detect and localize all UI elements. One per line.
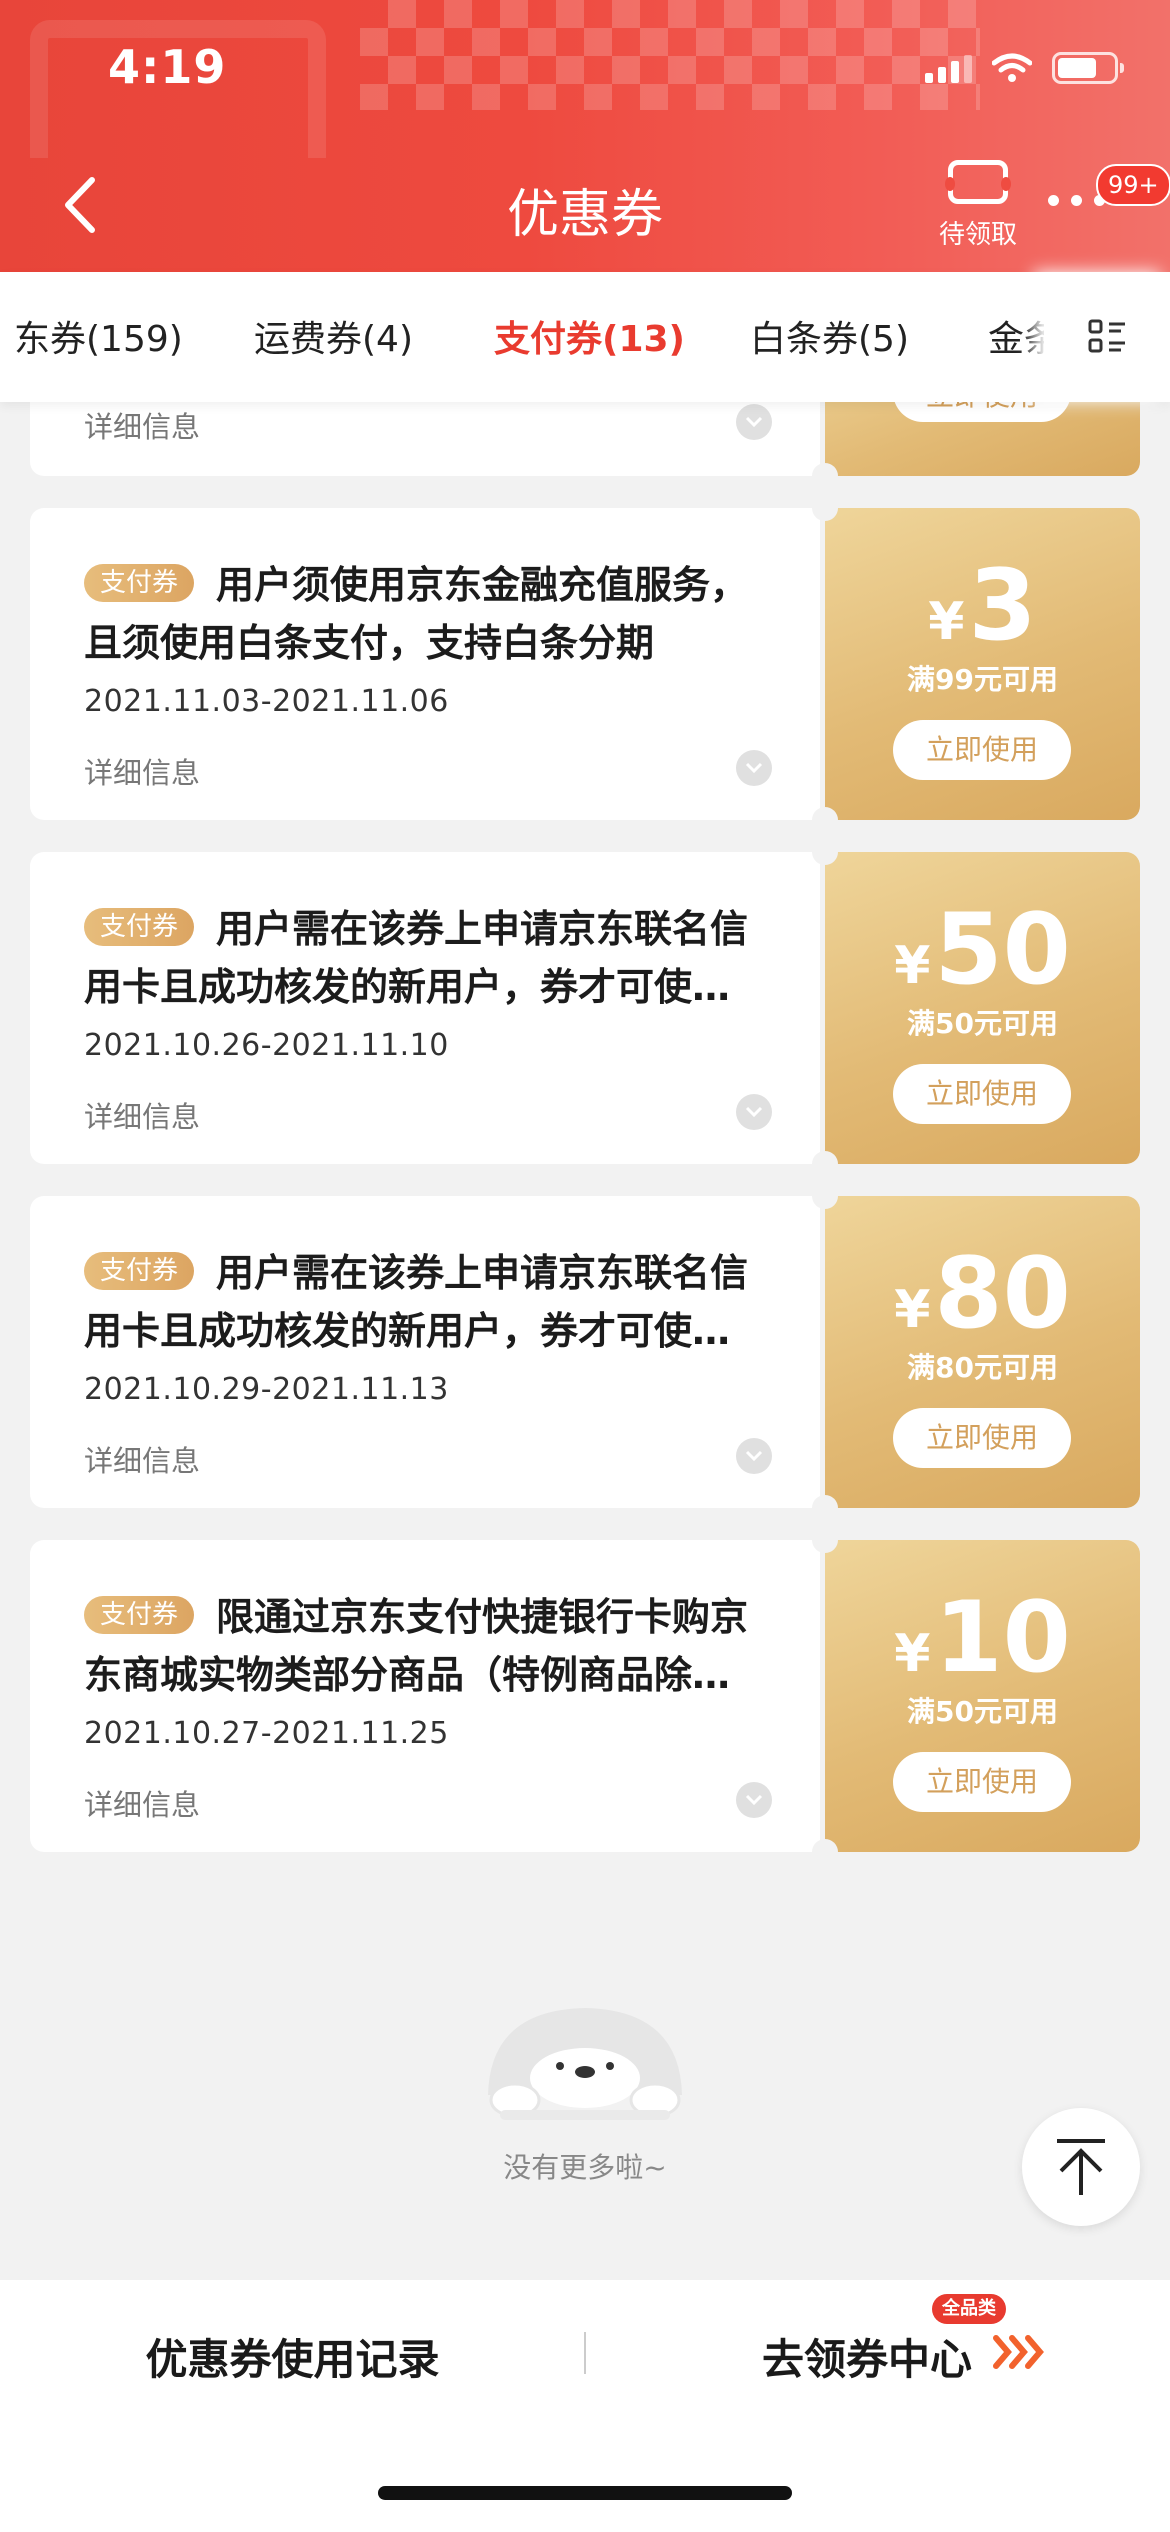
all-category-badge: 全品类 xyxy=(932,2294,1006,2324)
coupon-records-button[interactable]: 优惠券使用记录 xyxy=(0,2326,585,2387)
more-dot-icon xyxy=(1048,195,1059,206)
tab-shipping-coupons[interactable]: 运费券(4) xyxy=(254,310,413,362)
ticket-icon xyxy=(945,160,1011,204)
coupon-type-tabs: 东券(159) 运费券(4) 支付券(13) 白条券(5) 金条 xyxy=(0,272,1170,402)
wifi-icon xyxy=(992,53,1032,82)
coupon-type-tag: 支付券 xyxy=(84,908,195,946)
coupon-detail-link[interactable]: 详细信息 xyxy=(84,1782,200,1824)
coupon-amount: ¥80 xyxy=(894,1237,1071,1351)
signal-icon xyxy=(925,53,972,83)
coupon-card: ¥80 满80元可用 立即使用 用户需在该券上申请京东联名信用卡且成功核发的新用… xyxy=(30,1183,1140,1521)
coupon-valid-dates: 2021.10.29-2021.11.13 xyxy=(84,1372,449,1407)
coupon-condition: 满50元可用 xyxy=(907,1695,1058,1728)
tab-payment-coupons[interactable]: 支付券(13) xyxy=(494,310,685,362)
pending-coupons-button[interactable]: 待领取 xyxy=(928,160,1028,260)
coupon-detail-link[interactable]: 详细信息 xyxy=(84,1094,200,1136)
message-count-badge: 99+ xyxy=(1096,164,1170,206)
coupon-valid-dates: 2021.11.03-2021.11.06 xyxy=(84,684,449,719)
coupon-type-tag: 支付券 xyxy=(84,564,195,602)
bottom-bar: 优惠券使用记录 去领券中心 全品类 xyxy=(0,2280,1170,2532)
header-pattern xyxy=(360,0,980,110)
chevron-right-triple-icon xyxy=(993,2335,1044,2369)
chevron-down-icon xyxy=(745,416,763,428)
tab-baitiao-coupons[interactable]: 白条券(5) xyxy=(750,310,909,362)
tab-menu-button[interactable] xyxy=(1044,272,1170,402)
home-indicator xyxy=(378,2486,792,2500)
tab-jd-coupons[interactable]: 东券(159) xyxy=(14,310,183,362)
more-dot-icon xyxy=(1071,195,1082,206)
use-now-button[interactable]: 立即使用 xyxy=(893,1408,1071,1468)
coupon-type-tag: 支付券 xyxy=(84,1596,195,1634)
chevron-down-icon xyxy=(745,762,763,774)
nav-header: 4:19 优惠券 待领取 99+ xyxy=(0,0,1170,272)
expand-button[interactable] xyxy=(736,1094,772,1130)
expand-button[interactable] xyxy=(736,404,772,440)
coupon-detail-link[interactable]: 详细信息 xyxy=(84,1438,200,1480)
use-now-button[interactable]: 立即使用 xyxy=(893,1752,1071,1812)
use-now-button[interactable]: 立即使用 xyxy=(893,720,1071,780)
arrow-up-icon xyxy=(1057,2139,1105,2195)
coupon-amount: ¥3 xyxy=(928,549,1037,663)
status-icons xyxy=(925,52,1124,84)
coupon-center-button[interactable]: 去领券中心 xyxy=(762,2326,972,2387)
coupon-card: ¥50 满50元可用 立即使用 用户需在该券上申请京东联名信用卡且成功核发的新用… xyxy=(30,839,1140,1177)
coupon-type-tag: 支付券 xyxy=(84,1252,195,1290)
coupon-condition: 满99元可用 xyxy=(907,663,1058,696)
pending-coupons-label: 待领取 xyxy=(938,220,1017,250)
coupon-amount: ¥50 xyxy=(894,893,1071,1007)
no-more-text: 没有更多啦~ xyxy=(503,2151,667,2184)
more-button[interactable] xyxy=(1048,195,1105,206)
coupon-detail-link[interactable]: 详细信息 xyxy=(84,404,200,446)
coupon-condition: 满50元可用 xyxy=(907,1007,1058,1040)
chevron-down-icon xyxy=(745,1794,763,1806)
coupon-card: ¥10 满50元可用 立即使用 限通过京东支付快捷银行卡购京东商城实物类部分商品… xyxy=(30,1527,1140,1865)
status-time: 4:19 xyxy=(108,40,227,94)
coupon-detail-link[interactable]: 详细信息 xyxy=(84,750,200,792)
mascot-dog-icon xyxy=(488,2008,682,2120)
chevron-down-icon xyxy=(745,1106,763,1118)
use-now-button[interactable]: 立即使用 xyxy=(893,1064,1071,1124)
expand-button[interactable] xyxy=(736,1438,772,1474)
footer-divider xyxy=(584,2332,586,2374)
chevron-down-icon xyxy=(745,1450,763,1462)
coupon-valid-dates: 2021.10.26-2021.11.10 xyxy=(84,1028,449,1063)
battery-icon xyxy=(1052,52,1124,84)
expand-button[interactable] xyxy=(736,1782,772,1818)
coupon-condition: 满80元可用 xyxy=(907,1351,1058,1384)
grid-menu-icon xyxy=(1088,319,1125,353)
coupon-valid-dates: 2021.10.27-2021.11.25 xyxy=(84,1716,449,1751)
back-to-top-button[interactable] xyxy=(1022,2108,1140,2226)
coupon-amount: ¥10 xyxy=(894,1581,1071,1695)
expand-button[interactable] xyxy=(736,750,772,786)
coupon-card: ¥3 满99元可用 立即使用 用户须使用京东金融充值服务，且须使用白条支付，支持… xyxy=(30,495,1140,833)
